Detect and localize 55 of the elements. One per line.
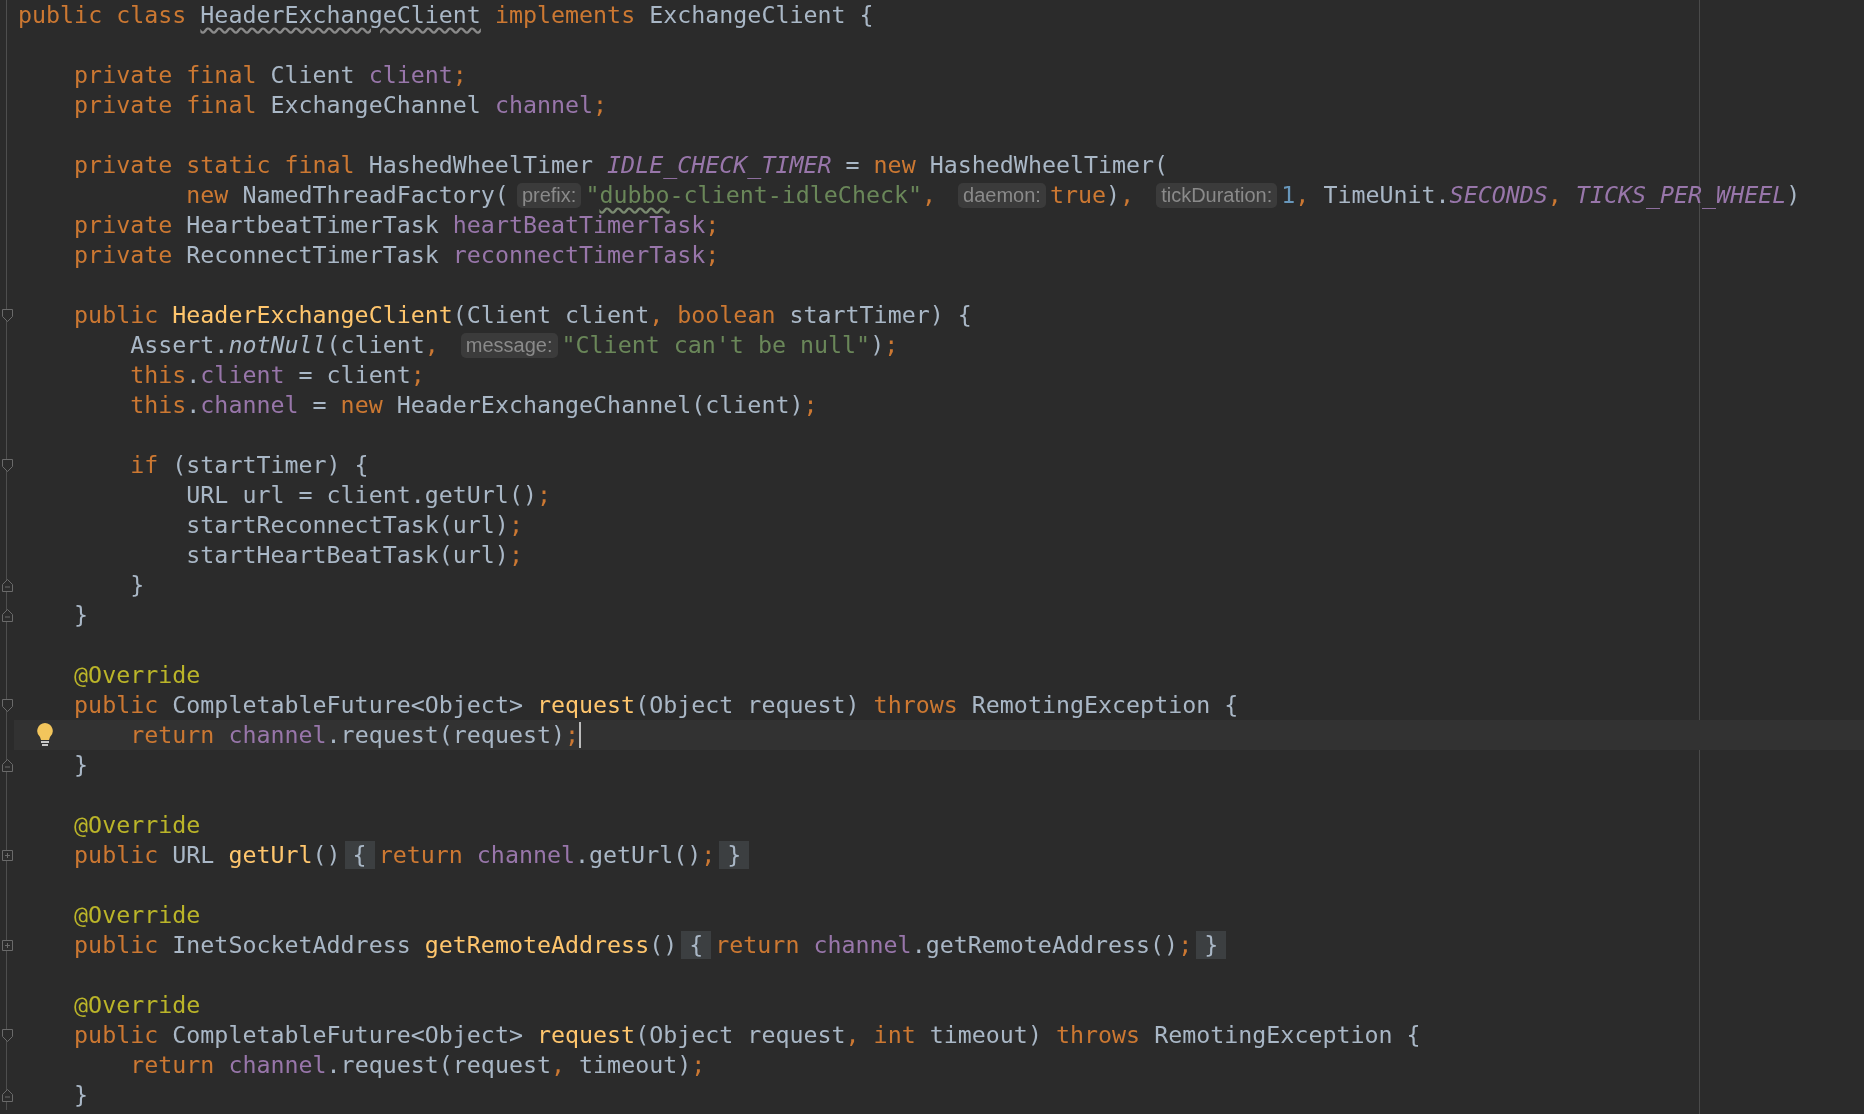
code-text: public URL getUrl() xyxy=(74,840,341,870)
code-text: } xyxy=(130,570,145,600)
code-text: } xyxy=(74,600,89,630)
fold-marker-icon[interactable] xyxy=(1,1028,13,1042)
parameter-hint: message: xyxy=(460,332,558,358)
fold-marker-icon[interactable] xyxy=(1,458,13,472)
folded-brace[interactable]: } xyxy=(1196,931,1227,959)
expand-icon[interactable] xyxy=(1,939,13,951)
code-text: "Client can't be null"); xyxy=(561,330,899,360)
text-cursor xyxy=(579,722,582,748)
code-text: return channel.getUrl(); xyxy=(378,840,716,870)
code-text: public CompletableFuture<Object> request(Object request, int timeout) throws RemotingException { xyxy=(74,1020,1421,1050)
folded-brace[interactable]: } xyxy=(719,841,750,869)
code-text: private final ExchangeChannel channel; xyxy=(74,90,608,120)
code-text: public InetSocketAddress getRemoteAddress() xyxy=(74,930,678,960)
code-text: new NamedThreadFactory( xyxy=(186,180,509,210)
code-text: 1, TimeUnit.SECONDS, TICKS_PER_WHEEL) xyxy=(1281,180,1801,210)
fold-marker-icon[interactable] xyxy=(1,1088,13,1102)
code-text: startHeartBeatTask(url); xyxy=(186,540,523,570)
lightbulb-icon[interactable] xyxy=(36,722,54,748)
expand-icon[interactable] xyxy=(1,849,13,861)
fold-marker-icon[interactable] xyxy=(1,758,13,772)
code-text: Assert.notNull(client, xyxy=(130,330,440,360)
fold-marker-icon[interactable] xyxy=(1,308,13,322)
code-text: return channel.request(request, timeout); xyxy=(130,1050,706,1080)
code-text: public class HeaderExchangeClient implements ExchangeClient { xyxy=(18,0,874,30)
fold-marker-icon[interactable] xyxy=(1,578,13,592)
fold-marker-icon[interactable] xyxy=(1,608,13,622)
code-text: private static final HashedWheelTimer IDLE_CHECK_TIMER = new HashedWheelTimer( xyxy=(74,150,1169,180)
fold-marker-icon[interactable] xyxy=(1,698,13,712)
code-text: if (startTimer) { xyxy=(130,450,369,480)
code-text: public HeaderExchangeClient(Client client, boolean startTimer) { xyxy=(74,300,972,330)
parameter-hint: tickDuration: xyxy=(1156,182,1278,208)
folded-brace[interactable]: { xyxy=(681,931,712,959)
code-text: private HeartbeatTimerTask heartBeatTimerTask; xyxy=(74,210,720,240)
code-text: @Override xyxy=(74,900,201,930)
parameter-hint: daemon: xyxy=(958,182,1046,208)
code-text: URL url = client.getUrl(); xyxy=(186,480,551,510)
code-text: @Override xyxy=(74,810,201,840)
code-text: @Override xyxy=(74,990,201,1020)
code-text: true), xyxy=(1049,180,1136,210)
parameter-hint: prefix: xyxy=(516,182,582,208)
code-text: return channel.getRemoteAddress(); xyxy=(715,930,1193,960)
code-text: this.client = client; xyxy=(130,360,425,390)
code-text: } xyxy=(74,1080,89,1110)
code-text: public CompletableFuture<Object> request(Object request) throws RemotingException { xyxy=(74,690,1239,720)
code-text: startReconnectTask(url); xyxy=(186,510,523,540)
code-text: this.channel = new HeaderExchangeChannel(client); xyxy=(130,390,818,420)
code-text: } xyxy=(74,750,89,780)
code-text: "dubbo-client-idleCheck", xyxy=(585,180,938,210)
code-text: private final Client client; xyxy=(74,60,467,90)
folded-brace[interactable]: { xyxy=(344,841,375,869)
code-text: @Override xyxy=(74,660,201,690)
code-text: return channel.request(request); xyxy=(130,720,580,750)
code-text: private ReconnectTimerTask reconnectTimerTask; xyxy=(74,240,720,270)
